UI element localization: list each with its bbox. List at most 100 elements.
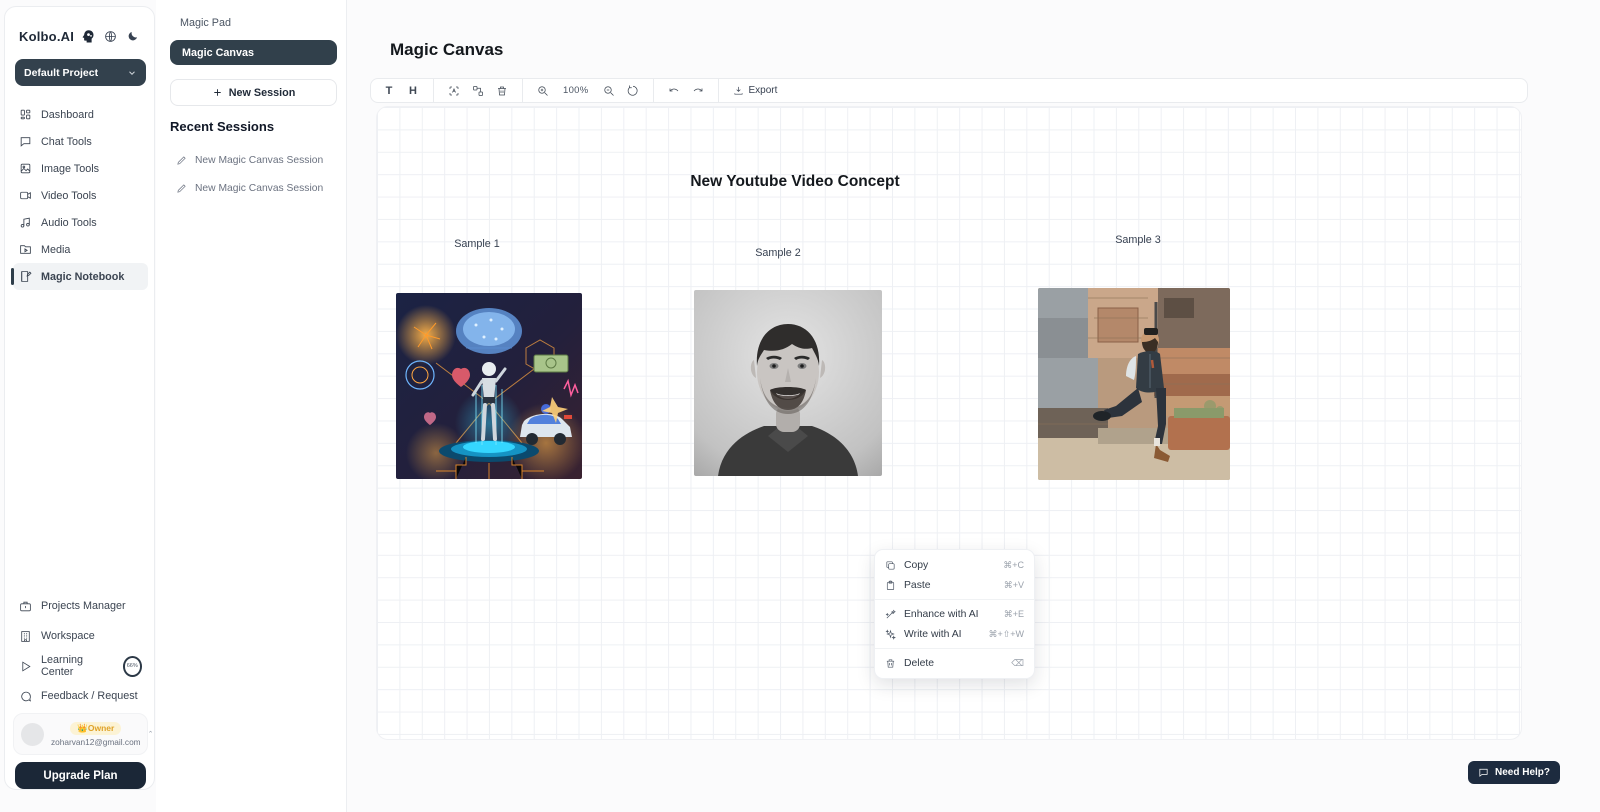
trash-icon: [885, 658, 896, 669]
sidebar-item-label: Magic Notebook: [41, 271, 124, 283]
learning-progress-badge: 66%: [123, 656, 142, 677]
session-list-item[interactable]: New Magic Canvas Session: [176, 178, 336, 198]
sidebar: Kolbo.AI Default Project Dashboard Chat …: [4, 6, 155, 790]
sidebar-item-feedback[interactable]: Feedback / Request: [13, 681, 148, 711]
sidebar-item-chat-tools[interactable]: Chat Tools: [13, 128, 148, 155]
menu-item-copy[interactable]: Copy ⌘+C: [875, 555, 1034, 575]
sidebar-item-audio-tools[interactable]: Audio Tools: [13, 209, 148, 236]
brand-logo: Kolbo.AI: [19, 29, 74, 44]
text-tool-button[interactable]: T: [379, 81, 399, 100]
media-icon: [19, 243, 32, 256]
heading-tool-button[interactable]: H: [403, 81, 423, 100]
ai-select-tool-button[interactable]: [444, 81, 464, 100]
sample-2-image[interactable]: [694, 290, 882, 476]
dashboard-icon: [19, 108, 32, 121]
menu-item-write-with-ai[interactable]: Write with AI ⌘+⇧+W: [875, 624, 1034, 644]
sidebar-item-video-tools[interactable]: Video Tools: [13, 182, 148, 209]
sidebar-item-projects-manager[interactable]: Projects Manager: [13, 591, 148, 621]
avatar: [21, 723, 44, 746]
menu-item-shortcut: ⌘+⇧+W: [988, 629, 1024, 640]
menu-item-delete[interactable]: Delete ⌫: [875, 653, 1034, 673]
sessions-panel: Magic Pad Magic Canvas New Session Recen…: [156, 0, 347, 812]
divider: [653, 79, 654, 102]
divider: [875, 648, 1034, 649]
divider: [718, 79, 719, 102]
sidebar-item-label: Dashboard: [41, 109, 94, 121]
pencil-icon: [176, 155, 187, 166]
upgrade-plan-button[interactable]: Upgrade Plan: [15, 762, 146, 789]
pencil-icon: [176, 183, 187, 194]
sidebar-item-image-tools[interactable]: Image Tools: [13, 155, 148, 182]
tab-magic-pad[interactable]: Magic Pad: [168, 12, 336, 34]
language-globe-icon[interactable]: [103, 29, 118, 44]
briefcase-icon: [19, 600, 32, 613]
plus-icon: [212, 87, 223, 98]
project-selector-label: Default Project: [24, 67, 127, 79]
sample-2-label[interactable]: Sample 2: [738, 247, 818, 259]
sidebar-item-label: Media: [41, 244, 70, 256]
tab-magic-canvas[interactable]: Magic Canvas: [170, 40, 337, 65]
undo-button[interactable]: [664, 81, 684, 100]
menu-item-shortcut: ⌘+V: [1004, 580, 1024, 591]
page-title: Magic Canvas: [390, 40, 503, 60]
sample-1-image[interactable]: [396, 293, 582, 479]
tab-label: Magic Pad: [180, 17, 231, 29]
sidebar-nav: Dashboard Chat Tools Image Tools Video T…: [13, 101, 148, 290]
divider: [522, 79, 523, 102]
context-menu: Copy ⌘+C Paste ⌘+V Enhance with AI ⌘+E W…: [874, 549, 1035, 679]
need-help-label: Need Help?: [1495, 767, 1550, 778]
sidebar-item-label: Learning Center: [41, 654, 112, 678]
zoom-level: 100%: [557, 85, 595, 96]
canvas-text-heading[interactable]: New Youtube Video Concept: [665, 173, 925, 191]
new-session-button[interactable]: New Session: [170, 79, 337, 106]
sparkles-icon: [885, 629, 896, 640]
divider: [433, 79, 434, 102]
redo-button[interactable]: [688, 81, 708, 100]
menu-item-shortcut: ⌘+E: [1004, 609, 1024, 620]
sidebar-item-label: Chat Tools: [41, 136, 92, 148]
help-chat-icon: [1478, 767, 1489, 778]
sidebar-item-media[interactable]: Media: [13, 236, 148, 263]
magic-canvas-workspace[interactable]: New Youtube Video Concept Sample 1 Sampl…: [376, 106, 1522, 740]
zoom-in-button[interactable]: [533, 81, 553, 100]
brain-logo-icon: [81, 29, 96, 44]
sidebar-item-magic-notebook[interactable]: Magic Notebook: [13, 263, 148, 290]
sidebar-item-learning-center[interactable]: Learning Center 66%: [13, 651, 148, 681]
dark-mode-moon-icon[interactable]: [125, 29, 140, 44]
reset-zoom-button[interactable]: [623, 81, 643, 100]
audio-icon: [19, 216, 32, 229]
sidebar-item-label: Audio Tools: [41, 217, 97, 229]
menu-item-label: Write with AI: [904, 629, 980, 640]
sidebar-footer-nav: Projects Manager Workspace Learning Cent…: [13, 591, 148, 711]
sample-1-label[interactable]: Sample 1: [437, 238, 517, 250]
chat-icon: [19, 135, 32, 148]
divider: [875, 599, 1034, 600]
sidebar-item-dashboard[interactable]: Dashboard: [13, 101, 148, 128]
session-list-item[interactable]: New Magic Canvas Session: [176, 150, 336, 170]
menu-item-label: Enhance with AI: [904, 609, 996, 620]
need-help-button[interactable]: Need Help?: [1468, 761, 1560, 784]
user-account-card[interactable]: 👑Owner zoharvan12@gmail.com ⌃: [13, 713, 148, 755]
recent-sessions-title: Recent Sessions: [170, 119, 274, 134]
menu-item-label: Paste: [904, 580, 996, 591]
menu-item-enhance-with-ai[interactable]: Enhance with AI ⌘+E: [875, 604, 1034, 624]
sidebar-item-workspace[interactable]: Workspace: [13, 621, 148, 651]
notebook-icon: [19, 270, 32, 283]
menu-item-label: Copy: [904, 560, 995, 571]
project-selector[interactable]: Default Project: [15, 59, 146, 86]
chevron-down-icon: [127, 68, 137, 78]
menu-item-paste[interactable]: Paste ⌘+V: [875, 575, 1034, 595]
sample-3-image[interactable]: [1038, 288, 1230, 480]
feedback-icon: [19, 690, 32, 703]
workflow-tool-button[interactable]: [468, 81, 488, 100]
export-button[interactable]: Export: [729, 85, 782, 96]
upgrade-plan-label: Upgrade Plan: [43, 770, 117, 782]
download-icon: [733, 85, 744, 96]
zoom-out-button[interactable]: [599, 81, 619, 100]
video-icon: [19, 189, 32, 202]
copy-icon: [885, 560, 896, 571]
play-icon: [19, 660, 32, 673]
export-label: Export: [749, 85, 778, 96]
sample-3-label[interactable]: Sample 3: [1098, 234, 1178, 246]
delete-tool-button[interactable]: [492, 81, 512, 100]
